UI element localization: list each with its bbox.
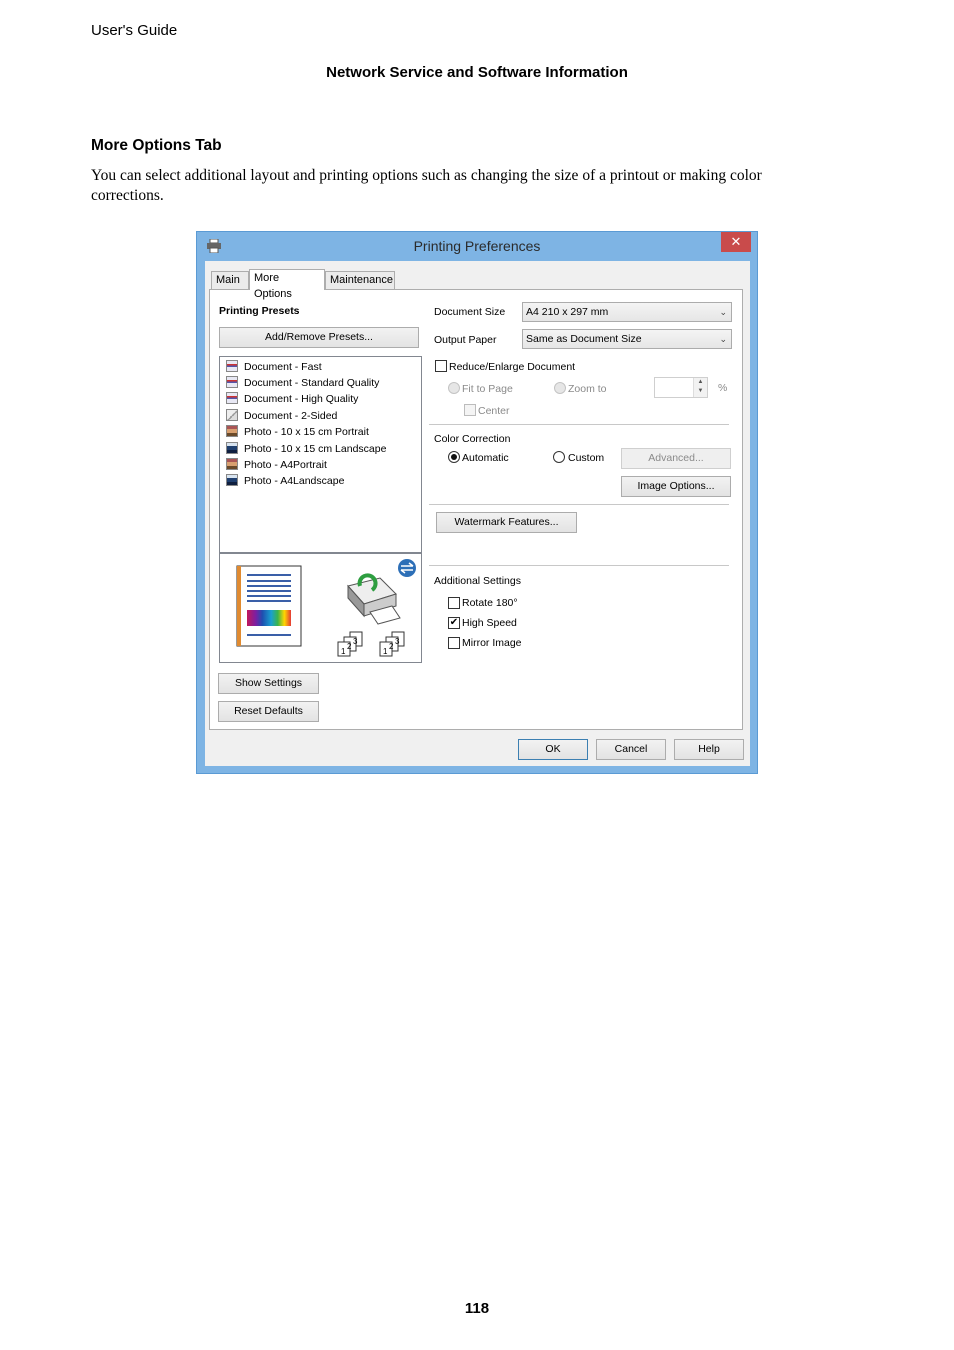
preset-item[interactable]: Document - 2-Sided <box>226 408 337 424</box>
stepper-arrows-icon[interactable]: ▲ ▼ <box>693 378 707 397</box>
collate-label: 1 <box>383 647 388 656</box>
running-head: User's Guide <box>91 22 178 39</box>
preset-item[interactable]: Photo - A4Portrait <box>226 457 327 473</box>
collate-label: 1 <box>341 647 346 656</box>
photo-portrait-icon <box>226 458 238 470</box>
printing-preferences-dialog: Printing Preferences ✕ Main More Options… <box>196 231 758 774</box>
custom-label: Custom <box>568 452 605 464</box>
photo-landscape-icon <box>226 474 238 486</box>
body-paragraph: You can select additional layout and pri… <box>91 167 762 204</box>
divider <box>429 424 729 425</box>
close-button[interactable]: ✕ <box>721 232 751 252</box>
percent-label: % <box>718 382 728 394</box>
two-sided-document-icon <box>226 409 238 421</box>
more-options-panel: Printing Presets Add/Remove Presets... D… <box>209 289 743 730</box>
mirror-image-checkbox[interactable] <box>448 637 460 649</box>
collate-label: 2 <box>389 642 394 651</box>
collate-label: 3 <box>353 637 358 646</box>
tab-main[interactable]: Main <box>211 271 249 289</box>
dialog-title: Printing Preferences <box>413 238 541 254</box>
preset-item[interactable]: Document - High Quality <box>226 391 358 407</box>
presets-list[interactable]: Document - Fast Document - Standard Qual… <box>219 356 422 553</box>
high-speed-label: High Speed <box>462 617 517 629</box>
automatic-label: Automatic <box>462 452 509 464</box>
chevron-down-icon: ⌄ <box>719 334 727 344</box>
divider <box>429 504 729 505</box>
fit-to-page-radio[interactable] <box>448 382 460 394</box>
color-correction-heading: Color Correction <box>434 433 511 445</box>
printing-presets-heading: Printing Presets <box>219 305 300 317</box>
checkmark-icon: ✔ <box>449 617 459 628</box>
center-checkbox[interactable] <box>464 404 476 416</box>
custom-radio[interactable] <box>553 451 565 463</box>
rotate-180-checkbox[interactable] <box>448 597 460 609</box>
cancel-button[interactable]: Cancel <box>596 739 666 760</box>
output-paper-select[interactable]: Same as Document Size ⌄ <box>522 329 732 349</box>
page-number: 118 <box>464 1300 490 1317</box>
tab-maintenance[interactable]: Maintenance <box>325 271 395 289</box>
advanced-button[interactable]: Advanced... <box>621 448 731 469</box>
photo-landscape-icon <box>226 442 238 454</box>
divider <box>429 565 729 566</box>
rotate-180-label: Rotate 180° <box>462 597 518 609</box>
chapter-title: Network Service and Software Information <box>326 64 628 81</box>
ok-button[interactable]: OK <box>518 739 588 760</box>
sync-icon <box>398 559 416 577</box>
document-icon <box>226 376 238 388</box>
preset-item[interactable]: Photo - A4Landscape <box>226 473 344 489</box>
document-size-label: Document Size <box>434 306 506 318</box>
reset-defaults-button[interactable]: Reset Defaults <box>218 701 319 722</box>
reduce-enlarge-label: Reduce/Enlarge Document <box>449 361 576 373</box>
settings-preview: 3 2 1 3 2 1 <box>219 553 422 663</box>
collate-label: 2 <box>347 642 352 651</box>
preset-item[interactable]: Photo - 10 x 15 cm Portrait <box>226 424 369 440</box>
watermark-features-button[interactable]: Watermark Features... <box>436 512 577 533</box>
zoom-to-radio[interactable] <box>554 382 566 394</box>
photo-portrait-icon <box>226 425 238 437</box>
zoom-percent-stepper[interactable]: ▲ ▼ <box>654 377 708 398</box>
preset-item[interactable]: Document - Standard Quality <box>226 375 379 391</box>
collate-label: 3 <box>395 637 400 646</box>
dialog-client-area: Main More Options Maintenance Printing P… <box>205 261 750 766</box>
reduce-enlarge-checkbox[interactable] <box>435 360 447 372</box>
document-icon <box>226 360 238 372</box>
document-size-select[interactable]: A4 210 x 297 mm ⌄ <box>522 302 732 322</box>
section-title: More Options Tab <box>91 137 222 154</box>
center-label: Center <box>478 405 510 417</box>
output-paper-label: Output Paper <box>434 334 497 346</box>
preset-item[interactable]: Photo - 10 x 15 cm Landscape <box>226 441 386 457</box>
additional-settings-heading: Additional Settings <box>434 575 521 587</box>
add-remove-presets-button[interactable]: Add/Remove Presets... <box>219 327 419 348</box>
show-settings-button[interactable]: Show Settings <box>218 673 319 694</box>
zoom-to-label: Zoom to <box>568 383 607 395</box>
help-button[interactable]: Help <box>674 739 744 760</box>
title-bar[interactable]: Printing Preferences ✕ <box>197 232 757 261</box>
tab-more-options[interactable]: More Options <box>249 269 325 300</box>
automatic-radio[interactable] <box>448 451 460 463</box>
high-speed-checkbox[interactable]: ✔ <box>448 617 460 629</box>
preset-item[interactable]: Document - Fast <box>226 359 322 375</box>
mirror-image-label: Mirror Image <box>462 637 522 649</box>
fit-to-page-label: Fit to Page <box>462 383 513 395</box>
document-icon <box>226 392 238 404</box>
chevron-down-icon: ⌄ <box>719 307 727 317</box>
page-preview-graphic: 3 2 1 3 2 1 <box>236 559 416 657</box>
document-preview-icon <box>236 565 302 647</box>
printer-preview-icon <box>347 573 401 625</box>
image-options-button[interactable]: Image Options... <box>621 476 731 497</box>
